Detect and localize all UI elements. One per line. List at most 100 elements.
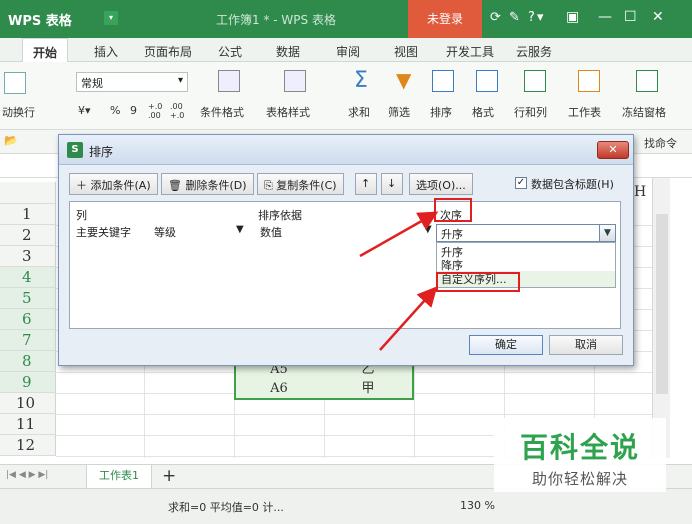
- sort-icon[interactable]: [432, 70, 454, 92]
- sheet-nav-icons[interactable]: |◀ ◀ ▶ ▶|: [6, 470, 48, 480]
- column-header-h[interactable]: H: [634, 184, 646, 200]
- row-header[interactable]: 6: [0, 309, 56, 330]
- percent-button[interactable]: %: [110, 104, 120, 117]
- add-condition-label: 添加条件(A): [90, 179, 151, 192]
- tab-review[interactable]: 审阅: [336, 43, 360, 60]
- tab-home[interactable]: 开始: [22, 38, 69, 62]
- order-selected-value: 升序: [441, 228, 463, 241]
- tab-insert[interactable]: 插入: [94, 43, 118, 60]
- copy-condition-button[interactable]: ⎘ 复制条件(C): [257, 173, 344, 195]
- grid-line: [56, 414, 652, 415]
- sort-basis-select[interactable]: 数值: [260, 224, 282, 242]
- dialog-title-bar[interactable]: S 排序 ✕: [59, 135, 633, 165]
- app-menu-dropdown-icon[interactable]: ▾: [104, 11, 118, 25]
- login-button[interactable]: 未登录: [408, 0, 482, 38]
- annotation-box-custom-option: [436, 272, 520, 292]
- sort-basis-header: 排序依据: [258, 209, 302, 222]
- sheet-tab[interactable]: 工作表1: [86, 465, 152, 489]
- wrap-text-label[interactable]: 动换行: [2, 104, 35, 120]
- scrollbar-thumb[interactable]: [656, 214, 668, 394]
- primary-key-label: 主要关键字: [76, 226, 131, 239]
- titlebar-icons[interactable]: ⟳ ✎ ?▾: [490, 10, 545, 25]
- row-col-icon[interactable]: [524, 70, 546, 92]
- tab-page-layout[interactable]: 页面布局: [144, 43, 192, 60]
- add-condition-button[interactable]: ＋ 添加条件(A): [69, 173, 158, 195]
- delete-condition-button[interactable]: 🗑 删除条件(D): [161, 173, 254, 195]
- menu-bar: 开始 插入 页面布局 公式 数据 审阅 视图 开发工具 云服务: [0, 38, 692, 62]
- row-header[interactable]: 10: [0, 393, 56, 414]
- column-header: 列: [76, 209, 87, 222]
- sum-icon[interactable]: Σ: [354, 68, 368, 93]
- zoom-level[interactable]: 130 %: [460, 499, 495, 512]
- increase-decimal-button[interactable]: +.0 .00: [148, 102, 168, 120]
- tab-formula[interactable]: 公式: [218, 43, 242, 60]
- row-header[interactable]: 4: [0, 267, 56, 288]
- cell[interactable]: 甲: [324, 380, 412, 398]
- vertical-scrollbar[interactable]: [652, 178, 670, 458]
- add-sheet-button[interactable]: +: [162, 466, 176, 486]
- chevron-down-icon[interactable]: ▼: [424, 224, 432, 235]
- find-command[interactable]: 找命令: [644, 135, 677, 151]
- currency-icon[interactable]: ¥▾: [78, 104, 91, 117]
- cancel-button[interactable]: 取消: [549, 335, 623, 355]
- dialog-title: 排序: [89, 145, 114, 159]
- row-header[interactable]: 12: [0, 435, 56, 456]
- move-up-button[interactable]: ↑: [355, 173, 377, 195]
- freeze-icon[interactable]: [636, 70, 658, 92]
- order-select[interactable]: 升序 ▼: [436, 224, 616, 242]
- row-header[interactable]: 5: [0, 288, 56, 309]
- tab-data[interactable]: 数据: [276, 43, 300, 60]
- tab-view[interactable]: 视图: [394, 43, 418, 60]
- freeze-panes-button[interactable]: 冻结窗格: [622, 104, 666, 120]
- worksheet-button[interactable]: 工作表: [568, 104, 601, 120]
- document-title: 工作簿1 * - WPS 表格: [216, 13, 336, 27]
- app-name[interactable]: WPS 表格: [8, 10, 72, 29]
- ribbon: 动换行 常规 ¥▾ % 9 +.0 .00 .00 +.0 条件格式 表格样式 …: [0, 62, 692, 130]
- conditional-format-icon[interactable]: [218, 70, 240, 92]
- number-format-select[interactable]: 常规: [76, 72, 188, 92]
- has-header-checkbox[interactable]: ✓: [515, 177, 527, 189]
- row-header[interactable]: 2: [0, 225, 56, 246]
- restore-icon[interactable]: ▣: [566, 9, 579, 25]
- wrap-text-icon[interactable]: [4, 72, 26, 94]
- options-button[interactable]: 选项(O)...: [409, 173, 473, 195]
- move-down-button[interactable]: ↓: [381, 173, 403, 195]
- table-style-button[interactable]: 表格样式: [266, 104, 310, 120]
- filter-button[interactable]: 筛选: [388, 104, 410, 120]
- sum-button[interactable]: 求和: [348, 104, 370, 120]
- key-column-select[interactable]: 等级: [154, 224, 176, 242]
- corner-cell[interactable]: [0, 182, 56, 204]
- format-icon[interactable]: [476, 70, 498, 92]
- row-header[interactable]: 3: [0, 246, 56, 267]
- row-header[interactable]: 11: [0, 414, 56, 435]
- tab-cloud[interactable]: 云服务: [516, 43, 552, 60]
- decrease-decimal-button[interactable]: .00 +.0: [170, 102, 190, 120]
- conditional-format-button[interactable]: 条件格式: [200, 104, 244, 120]
- cell[interactable]: A6: [236, 380, 322, 398]
- row-col-button[interactable]: 行和列: [514, 104, 547, 120]
- minimize-icon[interactable]: —: [598, 9, 612, 25]
- table-style-icon[interactable]: [284, 70, 306, 92]
- worksheet-icon[interactable]: [578, 70, 600, 92]
- tab-developer[interactable]: 开发工具: [446, 43, 494, 60]
- wps-logo-icon: S: [67, 142, 83, 158]
- row-header[interactable]: 8: [0, 351, 56, 372]
- row-header[interactable]: 1: [0, 204, 56, 225]
- chevron-down-icon[interactable]: ▼: [236, 224, 244, 235]
- maximize-icon[interactable]: ☐: [624, 9, 637, 25]
- filter-icon[interactable]: ▼: [396, 68, 411, 92]
- watermark-subtitle: 助你轻松解决: [531, 470, 628, 488]
- sort-button[interactable]: 排序: [430, 104, 452, 120]
- open-folder-icon[interactable]: 📂: [4, 134, 18, 147]
- format-button[interactable]: 格式: [472, 104, 494, 120]
- row-header[interactable]: 9: [0, 372, 56, 393]
- row-header[interactable]: 7: [0, 330, 56, 351]
- comma-button[interactable]: 9: [130, 104, 137, 117]
- chevron-down-icon[interactable]: ▼: [599, 225, 615, 241]
- ok-button[interactable]: 确定: [469, 335, 543, 355]
- status-bar: 求和=0 平均值=0 计... 130 %: [0, 488, 692, 524]
- close-window-icon[interactable]: ✕: [652, 9, 664, 25]
- has-header-label[interactable]: 数据包含标题(H): [531, 176, 614, 192]
- dialog-close-button[interactable]: ✕: [597, 141, 629, 159]
- sort-dialog: S 排序 ✕ ＋ 添加条件(A) 🗑 删除条件(D) ⎘ 复制条件(C) ↑ ↓…: [58, 134, 634, 366]
